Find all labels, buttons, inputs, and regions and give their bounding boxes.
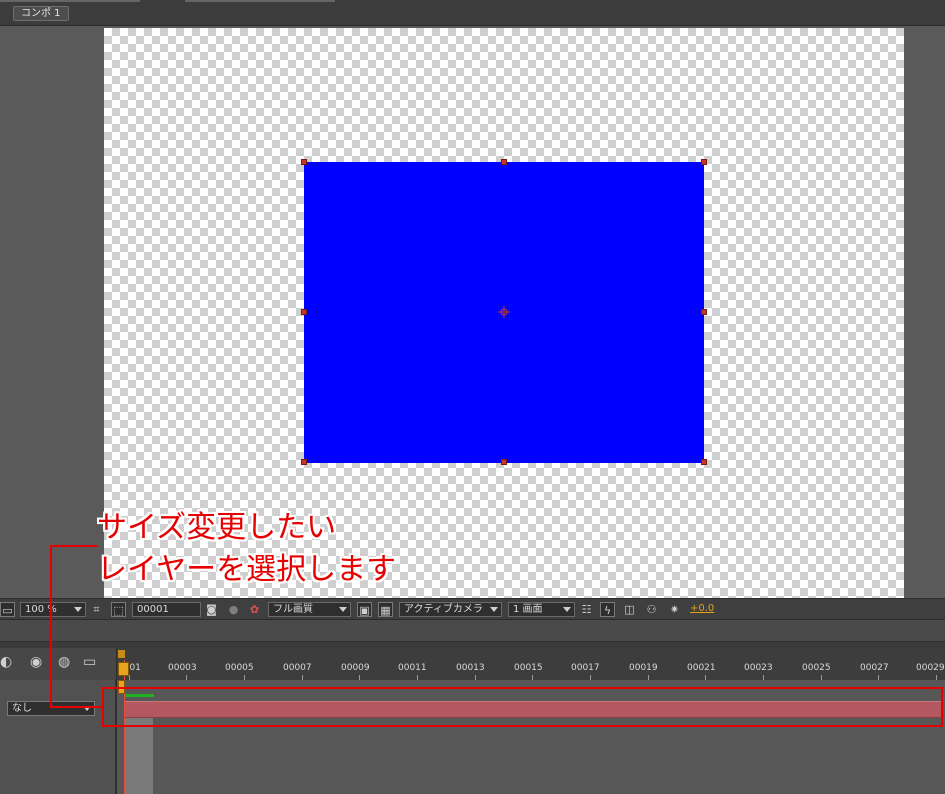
- chevron-down-icon: [74, 607, 82, 612]
- work-area-shade: [125, 718, 153, 794]
- ruler-tick-label: 00025: [802, 663, 831, 673]
- transform-handle-left[interactable]: [301, 309, 307, 315]
- transform-handle-right[interactable]: [701, 309, 707, 315]
- tab-composition-1[interactable]: コンポ 1: [13, 6, 69, 21]
- transform-handle-bottom[interactable]: [501, 459, 507, 465]
- chevron-down-icon: [339, 607, 347, 612]
- frame-blending-icon[interactable]: ◍: [58, 654, 70, 670]
- motion-blur-icon[interactable]: ▭: [83, 654, 96, 670]
- fast-previews-icon[interactable]: ϟ: [600, 602, 615, 617]
- resolution-value: フル画質: [273, 604, 313, 615]
- chevron-down-icon: [490, 607, 498, 612]
- viewer-toolbar: ▭ 100 % ⌗ ⬚ 00001 ◙ ● ✿ フル画質 ▣ ▦ アクティブカメ…: [0, 598, 945, 620]
- annotation-text-line-2: レイヤーを選択します: [97, 552, 397, 587]
- transform-handle-bottom-left[interactable]: [301, 459, 307, 465]
- anchor-point-icon[interactable]: [498, 306, 510, 318]
- mask-visibility-icon[interactable]: ⬚: [111, 602, 126, 617]
- composition-tab-bar: コンポ 1: [0, 0, 945, 26]
- ruler-tick-label: 00011: [398, 663, 427, 673]
- current-timecode: 00001: [137, 604, 169, 615]
- timeline-icon[interactable]: ◫: [622, 602, 637, 617]
- draft-3d-icon[interactable]: ◐: [0, 654, 12, 670]
- magnification-value: 100 %: [25, 604, 57, 615]
- resolution-dropdown[interactable]: フル画質: [268, 602, 351, 617]
- magnification-dropdown[interactable]: 100 %: [20, 602, 86, 617]
- panel-divider: [185, 0, 335, 2]
- camera-value: アクティブカメラ: [404, 604, 483, 615]
- camera-dropdown[interactable]: アクティブカメラ: [399, 602, 502, 617]
- ruler-tick-label: 00017: [571, 663, 600, 673]
- ruler-tick-label: 00005: [225, 663, 254, 673]
- parent-value: なし: [12, 703, 32, 714]
- ruler-tick-label: 00029: [916, 663, 945, 673]
- region-of-interest-icon[interactable]: ▣: [357, 602, 372, 617]
- transparency-grid-icon[interactable]: ▦: [378, 602, 393, 617]
- show-snapshot-icon[interactable]: ●: [226, 602, 241, 617]
- flowchart-icon[interactable]: ⚇: [644, 602, 659, 617]
- title-action-safe-icon[interactable]: ⌗: [89, 602, 104, 617]
- transform-handle-top-left[interactable]: [301, 159, 307, 165]
- always-preview-icon[interactable]: ▭: [0, 602, 15, 617]
- work-area-start-marker[interactable]: [118, 650, 125, 658]
- time-ruler[interactable]: 0001 00003 00005 00007 00009 00011 00013…: [116, 648, 945, 680]
- current-time-indicator-icon[interactable]: [118, 662, 129, 676]
- views-layout-value: 1 画面: [513, 604, 543, 615]
- transform-handle-top[interactable]: [501, 159, 507, 165]
- chevron-down-icon: [563, 607, 571, 612]
- ruler-tick-label: 00009: [341, 663, 370, 673]
- panel-divider: [0, 0, 140, 2]
- annotation-text-line-1: サイズ変更したい: [97, 510, 337, 545]
- ruler-tick-label: 00003: [168, 663, 197, 673]
- annotation-highlight-box: [102, 687, 943, 727]
- ruler-tick-label: 00007: [283, 663, 312, 673]
- timeline-panel-header: [0, 620, 945, 642]
- timecode-field[interactable]: 00001: [132, 602, 201, 617]
- channel-rgb-icon[interactable]: ✿: [247, 602, 262, 617]
- annotation-connector: [50, 545, 98, 547]
- exposure-value[interactable]: +0.0: [690, 603, 714, 614]
- transform-handle-top-right[interactable]: [701, 159, 707, 165]
- reset-exposure-icon[interactable]: ✷: [667, 602, 682, 617]
- ruler-tick-label: 00019: [629, 663, 658, 673]
- views-layout-dropdown[interactable]: 1 画面: [508, 602, 575, 617]
- ruler-tick-label: 00015: [514, 663, 543, 673]
- ruler-tick-label: 00021: [687, 663, 716, 673]
- pixel-aspect-icon[interactable]: ☷: [579, 602, 594, 617]
- annotation-connector: [50, 545, 52, 708]
- layer-switches-column: [0, 680, 116, 794]
- shy-layers-icon[interactable]: ◉: [30, 654, 42, 670]
- ruler-tick-label: 00027: [860, 663, 889, 673]
- annotation-connector: [50, 706, 104, 708]
- snapshot-camera-icon[interactable]: ◙: [204, 602, 219, 617]
- ruler-tick-label: 00013: [456, 663, 485, 673]
- ruler-tick-label: 00023: [744, 663, 773, 673]
- transform-handle-bottom-right[interactable]: [701, 459, 707, 465]
